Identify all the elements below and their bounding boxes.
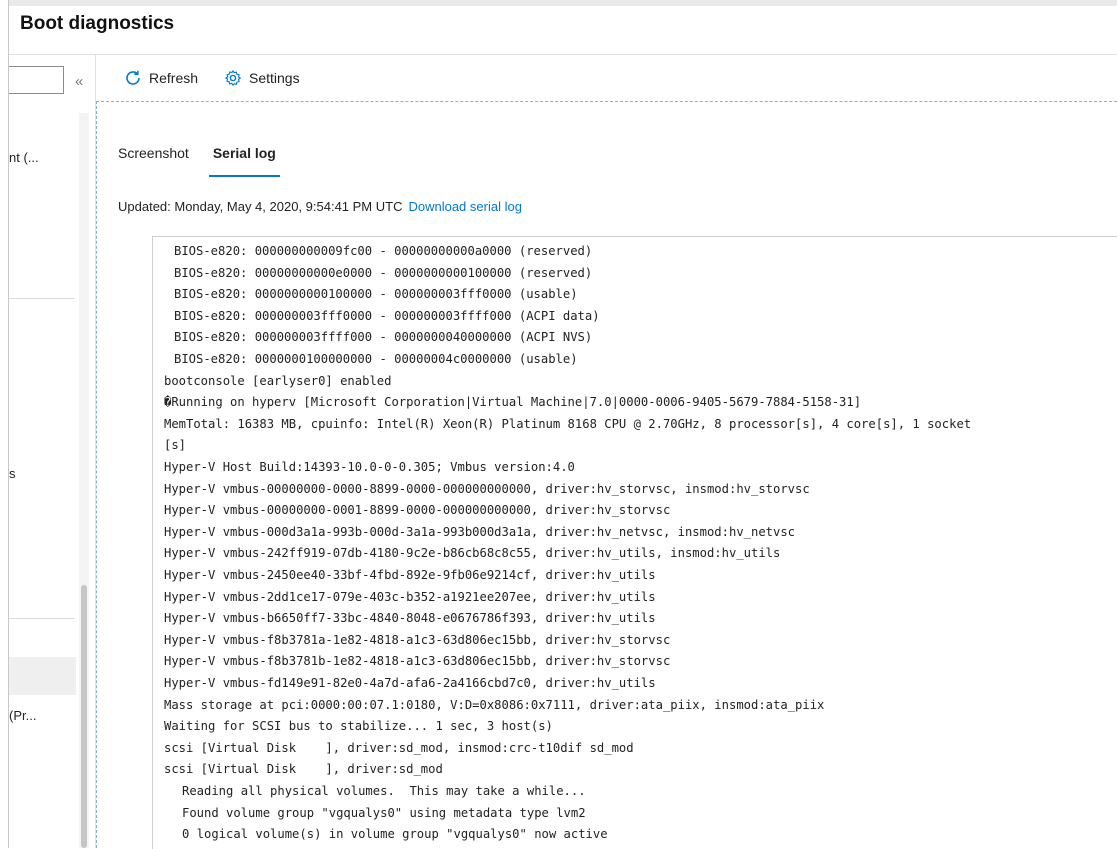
log-line: Hyper-V vmbus-00000000-0000-8899-0000-00… bbox=[164, 481, 810, 496]
toolbar: Refresh Settings bbox=[96, 55, 1117, 101]
sidebar-search-input[interactable] bbox=[9, 66, 64, 94]
sidebar-item-1[interactable]: nt (... bbox=[9, 150, 39, 165]
log-line: Hyper-V vmbus-000d3a1a-993b-000d-3a1a-99… bbox=[164, 524, 796, 539]
title-bar: Boot diagnostics bbox=[9, 6, 1117, 55]
log-line: Hyper-V vmbus-2dd1ce17-079e-403c-b352-a1… bbox=[164, 589, 656, 604]
refresh-button[interactable]: Refresh bbox=[124, 69, 198, 87]
window-frame-left bbox=[0, 0, 9, 848]
log-line: BIOS-e820: 000000000009fc00 - 0000000000… bbox=[174, 244, 593, 258]
log-line: Hyper-V vmbus-f8b3781b-1e82-4818-a1c3-63… bbox=[164, 654, 671, 669]
settings-button[interactable]: Settings bbox=[224, 69, 300, 87]
log-line: 0 logical volume(s) in volume group "vgq… bbox=[182, 827, 608, 842]
log-line: bootconsole [earlyser0] enabled bbox=[164, 373, 392, 388]
tab-strip: Screenshot Serial log bbox=[118, 145, 280, 177]
log-line: Hyper-V vmbus-2450ee40-33bf-4fbd-892e-9f… bbox=[164, 568, 656, 582]
log-line: Hyper-V vmbus-fd149e91-82e0-4a7d-afa6-2a… bbox=[164, 676, 656, 690]
sidebar-divider bbox=[9, 618, 75, 619]
log-line: scsi [Virtual Disk ], driver:sd_mod bbox=[164, 762, 443, 777]
sidebar-scrollbar-thumb[interactable] bbox=[81, 585, 87, 848]
log-line: BIOS-e820: 00000000000e0000 - 0000000000… bbox=[174, 265, 593, 280]
log-line: Waiting for SCSI bus to stabilize... 1 s… bbox=[164, 719, 553, 734]
log-line: scsi [Virtual Disk ], driver:sd_mod, ins… bbox=[164, 740, 634, 755]
log-line: Hyper-V vmbus-b6650ff7-33bc-4840-8048-e0… bbox=[164, 611, 656, 626]
log-line: BIOS-e820: 0000000100000000 - 00000004c0… bbox=[174, 352, 578, 366]
gear-icon bbox=[224, 69, 242, 87]
sidebar-item-2[interactable]: s bbox=[9, 466, 16, 481]
log-line: BIOS-e820: 000000003fff0000 - 000000003f… bbox=[174, 308, 600, 323]
updated-status: Updated: Monday, May 4, 2020, 9:54:41 PM… bbox=[118, 199, 522, 214]
log-line: Reading all physical volumes. This may t… bbox=[182, 784, 586, 798]
log-line: Hyper-V vmbus-242ff919-07db-4180-9c2e-b8… bbox=[164, 546, 781, 561]
tab-screenshot[interactable]: Screenshot bbox=[118, 145, 189, 177]
log-line: �Running on hyperv [Microsoft Corporatio… bbox=[164, 395, 862, 410]
refresh-icon bbox=[124, 69, 142, 87]
sidebar: « nt (... s (Pr... bbox=[9, 55, 96, 848]
log-line: BIOS-e820: 0000000000100000 - 000000003f… bbox=[174, 287, 578, 302]
sidebar-divider bbox=[9, 298, 75, 299]
log-line: BIOS-e820: 000000003ffff000 - 0000000040… bbox=[174, 330, 593, 345]
log-line: Hyper-V Host Build:14393-10.0-0-0.305; V… bbox=[164, 460, 575, 474]
log-line: [s] bbox=[164, 438, 187, 453]
log-line: Hyper-V vmbus-00000000-0001-8899-0000-00… bbox=[164, 503, 671, 518]
sidebar-item-selected[interactable] bbox=[9, 657, 76, 695]
log-line: Mass storage at pci:0000:00:07.1:0180, V… bbox=[164, 697, 825, 712]
collapse-sidebar-button[interactable]: « bbox=[75, 73, 83, 90]
refresh-label: Refresh bbox=[149, 70, 199, 86]
page-title: Boot diagnostics bbox=[20, 13, 175, 34]
log-line: Found volume group "vgqualys0" using met… bbox=[182, 805, 586, 820]
sidebar-item-3[interactable]: (Pr... bbox=[9, 708, 36, 723]
serial-log-output[interactable]: BIOS-e820: 000000000009fc00 - 0000000000… bbox=[152, 236, 1117, 849]
updated-text: Updated: Monday, May 4, 2020, 9:54:41 PM… bbox=[118, 199, 403, 214]
log-line: Hyper-V vmbus-f8b3781a-1e82-4818-a1c3-63… bbox=[164, 632, 671, 647]
download-serial-log-link[interactable]: Download serial log bbox=[408, 199, 521, 214]
settings-label: Settings bbox=[249, 70, 300, 86]
log-line: MemTotal: 16383 MB, cpuinfo: Intel(R) Xe… bbox=[164, 416, 972, 431]
tab-serial-log[interactable]: Serial log bbox=[208, 145, 280, 177]
